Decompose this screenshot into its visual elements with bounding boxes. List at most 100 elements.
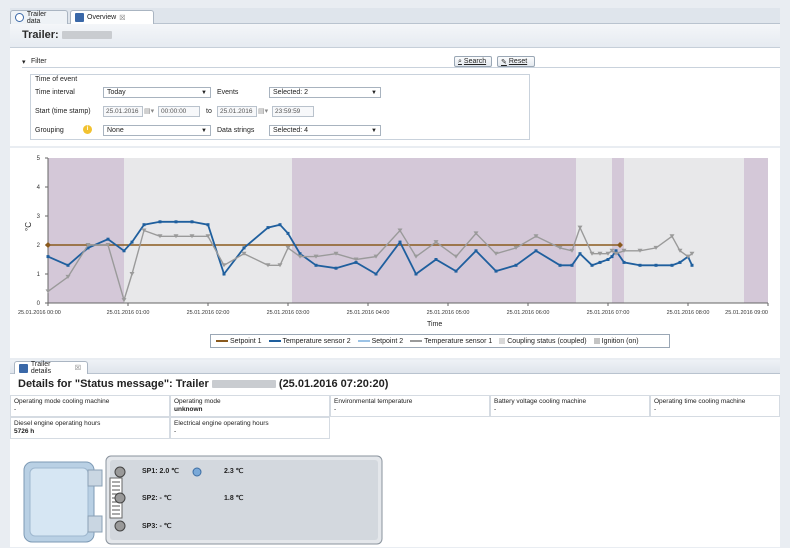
temperature-sensor-2-point bbox=[222, 272, 226, 276]
data-strings-select[interactable]: Selected: 4 ▼ bbox=[269, 125, 381, 136]
grouping-select[interactable]: None ▼ bbox=[103, 125, 211, 136]
coupling-band bbox=[292, 158, 576, 303]
temperature-sensor-2-point bbox=[122, 249, 126, 253]
trailer-illustration bbox=[23, 455, 383, 545]
calendar-icon[interactable]: ▤▾ bbox=[258, 107, 268, 115]
legend-ignition[interactable]: Ignition (on) bbox=[593, 338, 639, 345]
temperature-sensor-2-point bbox=[398, 240, 402, 244]
close-icon[interactable]: ☒ bbox=[119, 14, 125, 22]
search-button[interactable]: ⌕ Search bbox=[454, 56, 492, 67]
start-date-field[interactable]: 25.01.2016 bbox=[103, 106, 143, 117]
temperature-sensor-2-point bbox=[174, 220, 178, 224]
legend-setpoint-1[interactable]: Setpoint 1 bbox=[216, 338, 262, 345]
tab-trailer-details[interactable]: Trailer details ☒ bbox=[14, 361, 88, 375]
temperature-sensor-2-point bbox=[190, 220, 194, 224]
search-icon: ⌕ bbox=[458, 57, 462, 65]
sp1-label: SP1: 2.0 ℃ bbox=[142, 468, 180, 475]
reset-button[interactable]: ✎ Reset bbox=[497, 56, 535, 67]
temperature-sensor-2-point bbox=[314, 263, 318, 267]
x-tick-label: 25.01.2016 07:00 bbox=[587, 310, 630, 316]
collapse-icon[interactable]: ▾ bbox=[22, 58, 26, 66]
temperature-sensor-2-point bbox=[206, 223, 210, 227]
temperature-sensor-2-point bbox=[690, 263, 694, 267]
events-value: Selected: 2 bbox=[273, 89, 309, 96]
legend-swatch bbox=[410, 340, 423, 342]
overview-icon bbox=[75, 13, 84, 22]
y-tick-label: 1 bbox=[37, 272, 41, 278]
time-interval-select[interactable]: Today ▼ bbox=[103, 87, 211, 98]
legend-swatch bbox=[268, 340, 281, 342]
cell-diesel-engine-hours: Diesel engine operating hours 5726 h bbox=[10, 417, 170, 439]
info-hint-icon[interactable]: i bbox=[83, 125, 92, 134]
time-interval-value: Today bbox=[107, 89, 126, 96]
chevron-down-icon: ▼ bbox=[201, 90, 207, 96]
sp1-temperature: 2.3 ℃ bbox=[224, 468, 244, 475]
temperature-sensor-2-point bbox=[286, 231, 290, 235]
tab-overview[interactable]: Overview ☒ bbox=[70, 10, 154, 24]
coupling-band bbox=[612, 158, 624, 303]
sp2-label: SP2: - ℃ bbox=[142, 495, 172, 502]
coupling-band bbox=[48, 158, 124, 303]
chart-legend: Setpoint 1 Temperature sensor 2 Setpoint… bbox=[210, 334, 670, 348]
y-tick-label: 0 bbox=[37, 301, 41, 307]
redacted-trailer-id bbox=[61, 31, 112, 40]
temperature-sensor-2-point bbox=[638, 263, 642, 267]
editor-tab-bar: Trailer data Overview ☒ bbox=[10, 8, 780, 25]
chart-svg: 0 1 2 3 4 5 25.01.2016 00:00 25.01.2016 01:00 25… bbox=[18, 156, 769, 316]
temperature-sensor-2-point bbox=[610, 255, 614, 259]
legend-coupling-status[interactable]: Coupling status (coupled) bbox=[499, 338, 587, 345]
start-time-value: 00:00:00 bbox=[161, 108, 187, 115]
temperature-sensor-2-point bbox=[678, 260, 682, 264]
legend-temperature-sensor-1[interactable]: Temperature sensor 1 bbox=[410, 338, 492, 345]
chevron-down-icon: ▼ bbox=[371, 90, 377, 96]
chevron-down-icon: ▼ bbox=[371, 128, 377, 134]
tab-trailer-details-label: Trailer details bbox=[30, 361, 52, 375]
temperature-sensor-2-point bbox=[454, 269, 458, 273]
sp2-temperature: 1.8 ℃ bbox=[224, 495, 244, 502]
temperature-sensor-2-point bbox=[558, 263, 562, 267]
calendar-icon[interactable]: ▤▾ bbox=[144, 107, 154, 115]
search-button-label: Search bbox=[463, 58, 487, 65]
legend-label: Temperature sensor 1 bbox=[424, 337, 493, 345]
start-time-field[interactable]: 00:00:00 bbox=[158, 106, 200, 117]
events-select[interactable]: Selected: 2 ▼ bbox=[269, 87, 381, 98]
temperature-sensor-2-point bbox=[66, 263, 70, 267]
end-time-field[interactable]: 23:59:59 bbox=[272, 106, 314, 117]
cell-environmental-temperature: Environmental temperature - bbox=[330, 395, 490, 417]
filter-header[interactable]: ▾ Filter ⌕ Search ✎ Reset bbox=[22, 56, 780, 68]
redacted-trailer-id bbox=[211, 380, 276, 389]
temperature-sensor-2-point bbox=[606, 258, 610, 261]
time-of-event-group: Time of event Time interval Today ▼ Even… bbox=[30, 74, 530, 140]
temperature-sensor-2-point bbox=[590, 263, 594, 267]
x-tick-label: 25.01.2016 09:00 bbox=[725, 310, 768, 316]
coupling-band bbox=[744, 158, 768, 303]
x-tick-label: 25.01.2016 08:00 bbox=[667, 310, 710, 316]
x-tick-label: 25.01.2016 02:00 bbox=[187, 310, 230, 316]
tab-trailer-data[interactable]: Trailer data bbox=[10, 10, 68, 25]
temperature-sensor-2-point bbox=[622, 260, 626, 264]
tab-trailer-data-label: Trailer data bbox=[26, 10, 47, 25]
data-strings-label: Data strings bbox=[217, 127, 255, 134]
temperature-sensor-2-point bbox=[106, 237, 110, 241]
trailer-icon bbox=[19, 363, 28, 373]
reset-button-label: Reset bbox=[508, 58, 528, 65]
temperature-sensor-2-point bbox=[414, 272, 418, 276]
legend-temperature-sensor-2[interactable]: Temperature sensor 2 bbox=[268, 338, 351, 345]
data-strings-value: Selected: 4 bbox=[273, 127, 309, 134]
x-tick-label: 25.01.2016 03:00 bbox=[267, 310, 310, 316]
chevron-down-icon: ▼ bbox=[201, 128, 207, 134]
details-title: Details for "Status message": Trailer (2… bbox=[18, 378, 389, 390]
close-icon[interactable]: ☒ bbox=[75, 364, 81, 372]
sp3-label: SP3: - ℃ bbox=[142, 523, 172, 530]
end-date-field[interactable]: 25.01.2016 bbox=[217, 106, 257, 117]
legend-label: Setpoint 1 bbox=[230, 337, 262, 345]
temperature-sensor-2-point bbox=[474, 249, 478, 253]
y-tick-label: 5 bbox=[37, 156, 41, 162]
x-axis-label: Time bbox=[427, 321, 443, 328]
temperature-sensor-2-point bbox=[434, 258, 438, 261]
tab-overview-label: Overview bbox=[87, 14, 117, 21]
cell-battery-voltage: Battery voltage cooling machine - bbox=[490, 395, 650, 417]
legend-setpoint-2[interactable]: Setpoint 2 bbox=[357, 338, 403, 345]
filter-header-label: Filter bbox=[31, 58, 47, 65]
temperature-sensor-2-point bbox=[534, 249, 538, 253]
